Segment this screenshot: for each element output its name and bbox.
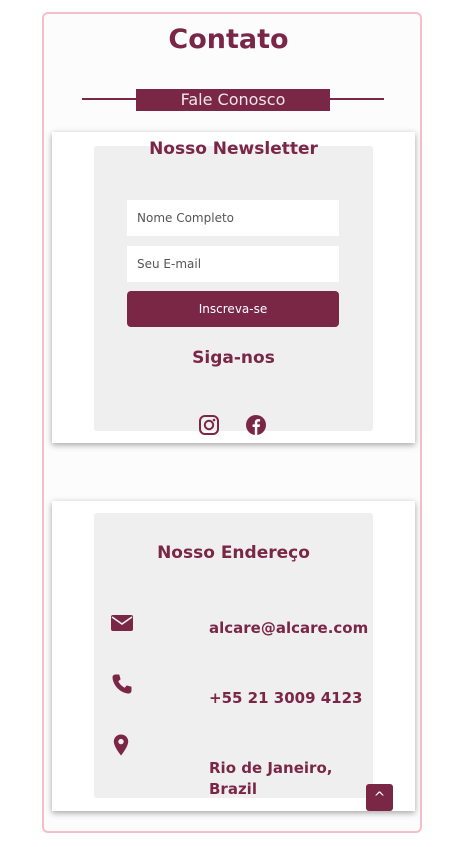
newsletter-title: Nosso Newsletter: [149, 139, 318, 159]
facebook-icon[interactable]: [245, 414, 267, 436]
contact-phone: +55 21 3009 4123: [209, 689, 363, 707]
banner-divider-right: [328, 98, 384, 100]
newsletter-panel: Nosso Newsletter Inscreva-se Siga-nos: [94, 139, 373, 435]
newsletter-card: Nosso Newsletter Inscreva-se Siga-nos: [52, 132, 415, 443]
map-marker-icon: [113, 734, 129, 760]
page-title: Contato: [168, 24, 289, 55]
phone-icon: [111, 673, 133, 699]
scroll-to-top-button[interactable]: ^: [366, 784, 393, 811]
fale-conosco-banner: Fale Conosco: [136, 89, 330, 111]
address-panel: Nosso Endereço alcare@alcare.com +55 21 …: [94, 513, 373, 798]
contact-email: alcare@alcare.com: [209, 619, 369, 637]
banner-divider-left: [82, 98, 138, 100]
address-card: Nosso Endereço alcare@alcare.com +55 21 …: [52, 501, 415, 811]
address-title: Nosso Endereço: [157, 543, 310, 563]
envelope-icon: [111, 614, 133, 636]
follow-us-title: Siga-nos: [192, 348, 275, 368]
instagram-icon[interactable]: [198, 414, 220, 436]
full-name-input[interactable]: [127, 200, 339, 236]
email-input[interactable]: [127, 246, 339, 282]
subscribe-button[interactable]: Inscreva-se: [127, 291, 339, 327]
contact-location: Rio de Janeiro, Brazil: [209, 759, 333, 798]
